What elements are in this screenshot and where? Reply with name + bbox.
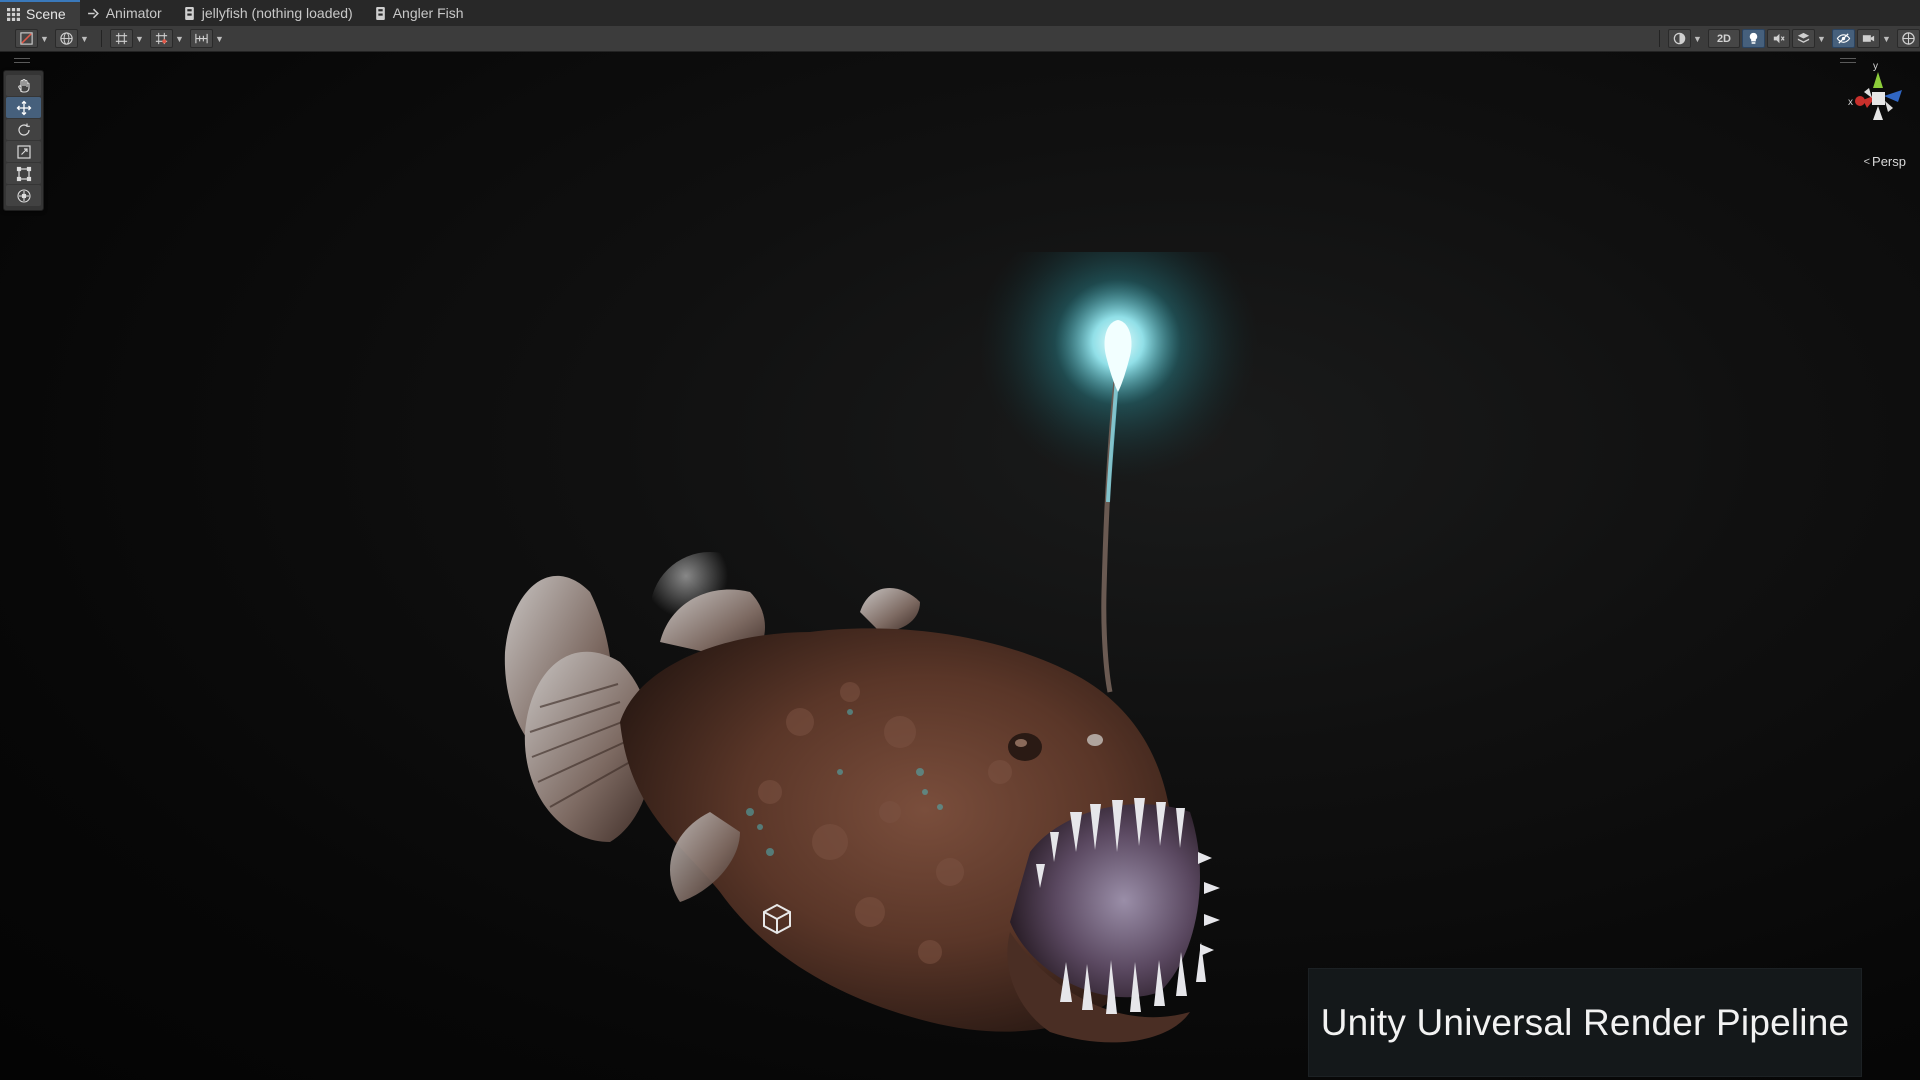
transform-icon — [16, 188, 32, 204]
grid-visibility-button[interactable] — [110, 29, 133, 48]
audio-toggle-button[interactable] — [1767, 29, 1790, 48]
editor-tab-bar: Scene Animator jellyfish (nothing loaded… — [0, 0, 1920, 27]
scene-viewport[interactable]: y x < Persp Unity Universal Render Pipel… — [0, 52, 1920, 1080]
rotate-tool-button[interactable] — [6, 119, 41, 140]
hidden-objects-toggle-button[interactable] — [1832, 29, 1855, 48]
rect-transform-icon — [16, 166, 32, 182]
scene-toolbar: ▼ ▼ ▼ ▼ ▼ ▼ 2D ▼ ▼ — [0, 26, 1920, 52]
snapping-group: ▼ ▼ ▼ — [109, 26, 229, 51]
gizmo-axis-neg-x[interactable] — [1885, 101, 1893, 112]
tab-scene[interactable]: Scene — [0, 0, 80, 26]
chevron-down-icon[interactable]: ▼ — [134, 29, 145, 48]
speaker-mute-icon — [1771, 31, 1786, 46]
tab-label: Scene — [26, 6, 66, 22]
tool-handle-rotation-button[interactable] — [55, 29, 78, 48]
gameobject-icon[interactable] — [760, 902, 794, 936]
hand-icon — [16, 78, 32, 94]
draw-mode-button[interactable] — [1667, 29, 1691, 48]
render-pipeline-caption: Unity Universal Render Pipeline — [1308, 968, 1862, 1077]
grid-icon — [7, 7, 20, 21]
camera-settings-button[interactable] — [1857, 29, 1880, 48]
gizmo-x-label: x — [1848, 97, 1853, 108]
eye-slash-icon — [1836, 31, 1851, 46]
view-tool-button[interactable] — [6, 75, 41, 96]
rotate-icon — [16, 122, 32, 138]
shaded-sphere-icon — [1672, 31, 1687, 46]
gizmo-axis-y[interactable]: y — [1873, 61, 1883, 88]
chevron-down-icon[interactable]: ▼ — [214, 29, 225, 48]
tab-label: Angler Fish — [392, 5, 464, 21]
tab-label: jellyfish (nothing loaded) — [201, 5, 353, 21]
timeline-icon — [183, 6, 196, 20]
chevron-down-icon[interactable]: ▼ — [174, 29, 185, 48]
layers-icon — [1796, 31, 1811, 46]
tools-overlay — [3, 70, 44, 211]
perspective-icon: < — [1863, 155, 1871, 168]
effects-toggle-button[interactable] — [1792, 29, 1815, 48]
gizmo-axis-z[interactable] — [1884, 90, 1902, 102]
scale-icon — [16, 144, 32, 160]
gizmo-axis-neg-z[interactable] — [1864, 88, 1872, 98]
scale-tool-button[interactable] — [6, 141, 41, 162]
projection-toggle[interactable]: < Persp — [1864, 154, 1906, 169]
toolbar-divider — [101, 30, 102, 47]
gizmo-axis-neg-y[interactable] — [1873, 106, 1883, 120]
tab-angler-fish[interactable]: Angler Fish — [367, 0, 478, 26]
timeline-icon — [374, 6, 387, 20]
tab-jellyfish[interactable]: jellyfish (nothing loaded) — [176, 0, 367, 26]
tab-animator[interactable]: Animator — [80, 0, 176, 26]
chevron-down-icon[interactable]: ▼ — [1816, 29, 1827, 48]
animator-icon — [87, 7, 100, 20]
gizmo-y-label: y — [1873, 61, 1878, 72]
gizmo-globe-icon — [1901, 31, 1916, 46]
chevron-down-icon[interactable]: ▼ — [39, 29, 50, 48]
gizmo-center-cube[interactable] — [1872, 92, 1885, 105]
ruler-icon — [194, 31, 209, 46]
pivot-icon — [19, 31, 34, 46]
tab-label: Animator — [105, 5, 162, 21]
increment-snapping-button[interactable] — [190, 29, 213, 48]
camera-icon — [1861, 31, 1876, 46]
toolbar-divider — [1658, 30, 1660, 47]
chevron-down-icon[interactable]: ▼ — [1692, 29, 1703, 48]
unity-editor: Scene Animator jellyfish (nothing loaded… — [0, 0, 1920, 1080]
overlay-drag-handle[interactable] — [14, 58, 30, 63]
transform-tool-button[interactable] — [6, 185, 41, 206]
gizmo-axis-x-cap[interactable] — [1855, 96, 1865, 106]
snap-icon — [154, 31, 169, 46]
angler-fish-model[interactable] — [470, 202, 1270, 1072]
chevron-down-icon[interactable]: ▼ — [79, 29, 90, 48]
move-tool-button[interactable] — [6, 97, 41, 118]
tool-handle-group: ▼ ▼ — [14, 26, 94, 51]
grid-snapping-button[interactable] — [150, 29, 173, 48]
grid-snap-icon — [114, 31, 129, 46]
lightbulb-icon — [1746, 31, 1761, 46]
projection-label: Persp — [1872, 154, 1906, 169]
globe-icon — [59, 31, 74, 46]
dorsal-fin-front — [860, 588, 920, 632]
lighting-toggle-button[interactable] — [1742, 29, 1765, 48]
gizmos-toggle-button[interactable] — [1897, 29, 1920, 48]
fish-eye — [1008, 733, 1042, 761]
move-arrows-icon — [16, 100, 32, 116]
rect-tool-button[interactable] — [6, 163, 41, 184]
chevron-down-icon[interactable]: ▼ — [1881, 29, 1892, 48]
view-options-group: ▼ 2D ▼ ▼ — [1652, 26, 1920, 51]
2d-mode-button[interactable]: 2D — [1707, 29, 1740, 48]
tool-handle-position-button[interactable] — [15, 29, 38, 48]
